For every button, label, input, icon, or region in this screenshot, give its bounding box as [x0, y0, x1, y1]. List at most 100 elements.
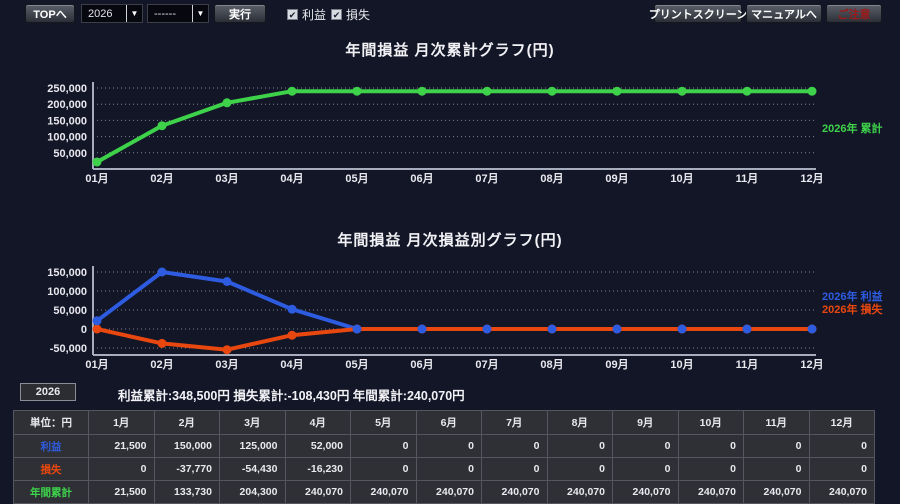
data-point: [807, 324, 817, 334]
y-tick-label: 150,000: [47, 267, 87, 279]
summary-totals-text: 利益累計:348,500円 損失累計:-108,430円 年間累計:240,07…: [118, 389, 465, 403]
unit-header-cell: 単位：円: [13, 410, 89, 435]
month-select-value: ------: [154, 7, 176, 20]
data-point: [352, 324, 362, 334]
month-header-cell: 4月: [284, 410, 351, 435]
x-tick-label: 06月: [410, 358, 433, 371]
y-tick-label: 250,000: [47, 83, 87, 95]
top-button[interactable]: TOPへ: [25, 4, 75, 23]
value-cell: 240,070: [350, 480, 417, 504]
value-cell: -54,430: [219, 457, 286, 481]
x-tick-label: 11月: [736, 172, 759, 185]
value-cell: 150,000: [153, 434, 220, 458]
y-tick-label: 0: [81, 324, 87, 336]
value-cell: 240,070: [546, 480, 613, 504]
x-tick-label: 12月: [800, 358, 823, 371]
y-tick-label: 200,000: [47, 99, 87, 111]
value-cell: -37,770: [153, 457, 220, 481]
value-cell: 0: [546, 434, 613, 458]
data-point: [222, 277, 232, 286]
x-tick-label: 03月: [215, 358, 238, 371]
data-point: [287, 86, 297, 96]
data-point: [807, 86, 817, 96]
row-label-cell: 利益: [13, 434, 89, 458]
table-row: 年間累計 21,500 133,730 204,300 240,070 240,070 24…: [13, 480, 875, 504]
data-point: [352, 86, 362, 96]
data-point: [547, 86, 557, 96]
value-cell: 0: [350, 434, 417, 458]
loss-checkbox-group[interactable]: ✔ 損失: [331, 6, 370, 23]
x-tick-label: 01月: [85, 358, 108, 371]
data-point: [222, 345, 232, 355]
value-cell: 0: [743, 457, 810, 481]
x-tick-label: 04月: [280, 358, 303, 371]
value-cell: 240,070: [743, 480, 810, 504]
value-cell: 204,300: [219, 480, 286, 504]
value-cell: 0: [546, 457, 613, 481]
data-point: [287, 330, 297, 340]
notice-button[interactable]: ご注意: [826, 4, 882, 23]
series-line: [95, 89, 814, 164]
data-point: [482, 324, 492, 334]
data-point: [482, 86, 492, 96]
month-header-cell: 9月: [612, 410, 679, 435]
x-tick-label: 06月: [410, 172, 433, 185]
value-cell: 0: [808, 457, 875, 481]
month-header-cell: 5月: [350, 410, 417, 435]
value-cell: 0: [88, 457, 155, 481]
series-label: 2026年 利益: [822, 289, 883, 303]
print-screen-button[interactable]: プリントスクリーン: [649, 4, 747, 23]
x-tick-label: 02月: [150, 172, 173, 185]
y-tick-label: -50,000: [50, 343, 87, 355]
app-window: TOPへ 2026 ▼ ------ ▼ 実行 ✔ 利益 ✔ 損失 プリントスク…: [0, 0, 900, 504]
month-header-cell: 10月: [677, 410, 744, 435]
cumulative-line-chart: 50,000 100,000 150,000 200,000 250,000 01月 02月…: [47, 82, 883, 185]
run-button[interactable]: 実行: [214, 4, 266, 23]
value-cell: 0: [743, 434, 810, 458]
value-cell: 125,000: [219, 434, 286, 458]
data-point: [742, 324, 752, 334]
year-badge: 2026: [20, 383, 76, 401]
value-cell: 21,500: [88, 434, 155, 458]
loss-checkbox-label: 損失: [346, 8, 371, 22]
series-label: 2026年 損失: [822, 302, 884, 316]
table-header: 単位：円 1月 2月 3月 4月 5月 6月 7月 8月 9月 10月 11月 12月: [13, 410, 875, 435]
checkbox-checked-icon[interactable]: ✔: [287, 9, 298, 20]
chevron-down-icon: ▼: [196, 9, 205, 18]
value-cell: 240,070: [612, 480, 679, 504]
value-cell: -16,230: [284, 457, 351, 481]
month-header-cell: 2月: [153, 410, 220, 435]
table-header-row: 単位：円 1月 2月 3月 4月 5月 6月 7月 8月 9月 10月 11月 12月: [13, 410, 875, 435]
checkbox-checked-icon[interactable]: ✔: [331, 9, 342, 20]
month-header-cell: 6月: [415, 410, 482, 435]
year-select-value: 2026: [88, 7, 113, 20]
x-tick-label: 02月: [150, 358, 173, 371]
row-label-cell: 年間累計: [13, 480, 89, 504]
value-cell: 0: [808, 434, 875, 458]
manual-button[interactable]: マニュアルへ: [746, 4, 822, 23]
value-cell: 21,500: [88, 480, 155, 504]
x-tick-label: 08月: [540, 358, 563, 371]
data-point: [417, 86, 427, 96]
data-point: [157, 338, 167, 348]
value-cell: 240,070: [284, 480, 351, 504]
month-header-cell: 11月: [743, 410, 810, 435]
year-select[interactable]: 2026 ▼: [81, 4, 143, 23]
profit-checkbox-group[interactable]: ✔ 利益: [287, 6, 326, 23]
x-tick-label: 01月: [85, 172, 108, 185]
month-header-cell: 3月: [219, 410, 286, 435]
month-select[interactable]: ------ ▼: [147, 4, 209, 23]
data-point: [157, 267, 167, 277]
x-tick-label: 05月: [345, 358, 368, 371]
data-point: [677, 324, 687, 334]
data-point: [222, 98, 232, 108]
x-tick-label: 07月: [475, 358, 498, 371]
x-tick-label: 09月: [605, 172, 628, 185]
value-cell: 133,730: [153, 480, 220, 504]
x-tick-label: 08月: [540, 172, 563, 185]
data-point: [157, 121, 167, 131]
data-point: [677, 86, 687, 96]
month-header-cell: 7月: [481, 410, 548, 435]
x-tick-label: 10月: [670, 358, 693, 371]
x-tick-label: 03月: [215, 172, 238, 185]
